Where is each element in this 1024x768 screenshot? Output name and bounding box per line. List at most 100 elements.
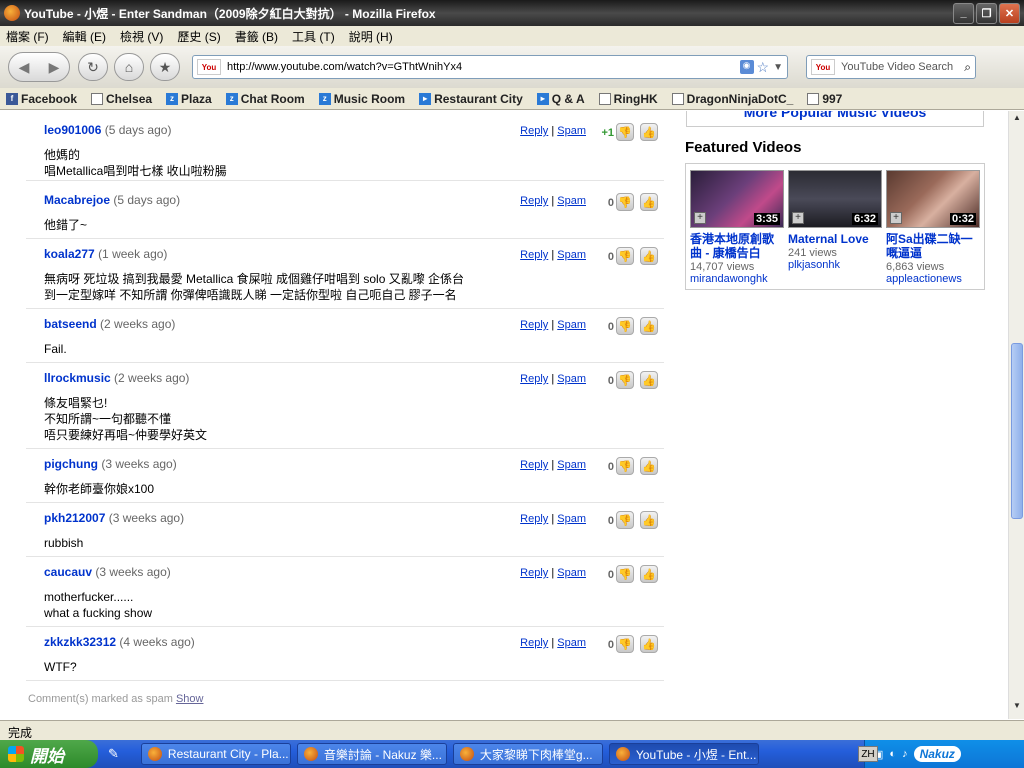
video-thumbnail[interactable]: + 0:32 xyxy=(886,170,980,228)
bookmark-997[interactable]: 997 xyxy=(807,92,842,106)
reply-link[interactable]: Reply xyxy=(520,319,548,331)
bookmark-restaurant-city[interactable]: ▸ Restaurant City xyxy=(419,92,523,106)
scroll-up-icon[interactable]: ▲ xyxy=(1011,113,1023,127)
comment-username[interactable]: leo901006 xyxy=(44,123,101,137)
url-dropdown-icon[interactable]: ▼ xyxy=(773,62,783,73)
reply-link[interactable]: Reply xyxy=(520,249,548,261)
scroll-down-icon[interactable]: ▼ xyxy=(1011,701,1023,715)
comment-username[interactable]: llrockmusic xyxy=(44,371,111,385)
spam-link[interactable]: Spam xyxy=(557,319,586,331)
thumbs-down-icon[interactable]: 👎 xyxy=(616,635,634,653)
bookmark-ringhk[interactable]: RingHK xyxy=(598,92,658,106)
thumbs-down-icon[interactable]: 👎 xyxy=(616,457,634,475)
search-bar[interactable]: You YouTube Video Search ⌕ xyxy=(806,55,976,79)
comment-username[interactable]: caucauv xyxy=(44,565,92,579)
url-text[interactable]: http://www.youtube.com/watch?v=GThtWnihY… xyxy=(227,61,740,73)
comment-username[interactable]: pigchung xyxy=(44,457,98,471)
back-button[interactable]: ◀ xyxy=(9,53,39,81)
rss-icon[interactable]: ◉ xyxy=(739,60,754,74)
thumbs-up-icon[interactable]: 👍 xyxy=(640,317,658,335)
taskbar-item-nakuz[interactable]: 音樂討論 - Nakuz 樂... xyxy=(296,743,447,765)
reply-link[interactable]: Reply xyxy=(520,195,548,207)
spam-link[interactable]: Spam xyxy=(557,637,586,649)
maximize-button[interactable]: ❐ xyxy=(976,2,997,24)
menu-tools[interactable]: 工具 (T) xyxy=(292,28,335,45)
reply-link[interactable]: Reply xyxy=(520,373,548,385)
video-owner[interactable]: appleactionews xyxy=(886,273,980,285)
menu-file[interactable]: 檔案 (F) xyxy=(6,28,49,45)
reply-link[interactable]: Reply xyxy=(520,459,548,471)
start-button[interactable]: 開始 xyxy=(0,740,98,768)
language-indicator[interactable]: ZH xyxy=(858,746,878,762)
more-popular-music-link[interactable]: More Popular Music Videos xyxy=(686,111,984,127)
menu-help[interactable]: 說明 (H) xyxy=(349,28,393,45)
thumbs-down-icon[interactable]: 👎 xyxy=(616,247,634,265)
video-thumbnail[interactable]: + 6:32 xyxy=(788,170,882,228)
tray-icon[interactable]: ◐ xyxy=(889,748,896,760)
add-to-quicklist-icon[interactable]: + xyxy=(890,212,902,224)
show-spam-link[interactable]: Show xyxy=(176,693,204,705)
thumbs-down-icon[interactable]: 👎 xyxy=(616,123,634,141)
thumbs-down-icon[interactable]: 👎 xyxy=(616,317,634,335)
spam-link[interactable]: Spam xyxy=(557,373,586,385)
reply-link[interactable]: Reply xyxy=(520,637,548,649)
reload-button[interactable]: ↻ xyxy=(78,53,108,81)
taskbar-item-youtube[interactable]: YouTube - 小煜 - Ent... xyxy=(608,743,759,765)
comment-username[interactable]: batseend xyxy=(44,317,97,331)
bookmark-star-icon[interactable]: ☆ xyxy=(757,59,770,76)
search-engine-icon[interactable]: You xyxy=(811,59,835,75)
video-owner[interactable]: plkjasonhk xyxy=(788,259,882,271)
add-to-quicklist-icon[interactable]: + xyxy=(694,212,706,224)
comment-username[interactable]: pkh212007 xyxy=(44,511,105,525)
featured-video[interactable]: + 0:32 阿Sa出碟二缺一嘅逼逼 6,863 views appleacti… xyxy=(886,170,980,285)
video-thumbnail[interactable]: + 3:35 xyxy=(690,170,784,228)
spam-link[interactable]: Spam xyxy=(557,513,586,525)
bookmark-facebook[interactable]: f Facebook xyxy=(6,92,77,106)
forward-button[interactable]: ▶ xyxy=(39,53,69,81)
bookmark-q-and-a[interactable]: ▸ Q & A xyxy=(536,92,585,106)
video-title[interactable]: 阿Sa出碟二缺一嘅逼逼 xyxy=(886,232,980,260)
video-title[interactable]: Maternal Love xyxy=(788,232,882,246)
thumbs-down-icon[interactable]: 👎 xyxy=(616,371,634,389)
reply-link[interactable]: Reply xyxy=(520,567,548,579)
taskbar-item-restaurant-city[interactable]: Restaurant City - Pla... xyxy=(140,743,291,765)
thumbs-up-icon[interactable]: 👍 xyxy=(640,635,658,653)
menu-history[interactable]: 歷史 (S) xyxy=(177,28,220,45)
vertical-scrollbar[interactable]: ▲ ▼ xyxy=(1008,111,1024,719)
thumbs-down-icon[interactable]: 👎 xyxy=(616,565,634,583)
spam-link[interactable]: Spam xyxy=(557,195,586,207)
search-input[interactable]: YouTube Video Search xyxy=(841,61,964,73)
search-icon[interactable]: ⌕ xyxy=(964,60,971,75)
comment-username[interactable]: zkkzkk32312 xyxy=(44,635,116,649)
reply-link[interactable]: Reply xyxy=(520,513,548,525)
home-button[interactable]: ⌂ xyxy=(114,53,144,81)
featured-video[interactable]: + 3:35 香港本地原創歌曲 - 康橋告白 14,707 views mira… xyxy=(690,170,784,285)
bookmark-chelsea[interactable]: Chelsea xyxy=(91,92,152,106)
menu-bookmarks[interactable]: 書籤 (B) xyxy=(235,28,278,45)
bookmark-plaza[interactable]: z Plaza xyxy=(166,92,212,106)
thumbs-up-icon[interactable]: 👍 xyxy=(640,247,658,265)
thumbs-down-icon[interactable]: 👎 xyxy=(616,193,634,211)
thumbs-up-icon[interactable]: 👍 xyxy=(640,371,658,389)
bookmark-page-button[interactable]: ★ xyxy=(150,53,180,81)
thumbs-up-icon[interactable]: 👍 xyxy=(640,193,658,211)
menu-edit[interactable]: 編輯 (E) xyxy=(63,28,106,45)
reply-link[interactable]: Reply xyxy=(520,125,548,137)
scroll-thumb[interactable] xyxy=(1011,343,1023,519)
add-to-quicklist-icon[interactable]: + xyxy=(792,212,804,224)
nakuz-logo[interactable]: Nakuz xyxy=(913,746,961,762)
comment-username[interactable]: Macabrejoe xyxy=(44,193,110,207)
spam-link[interactable]: Spam xyxy=(557,249,586,261)
taskbar-item-forum[interactable]: 大家黎睇下肉棒堂g... xyxy=(452,743,603,765)
thumbs-up-icon[interactable]: 👍 xyxy=(640,511,658,529)
thumbs-down-icon[interactable]: 👎 xyxy=(616,511,634,529)
bookmark-music-room[interactable]: z Music Room xyxy=(318,92,405,106)
quick-launch-icon[interactable]: ✎ xyxy=(108,746,119,762)
video-owner[interactable]: mirandawonghk xyxy=(690,273,784,285)
minimize-button[interactable]: _ xyxy=(953,2,974,24)
thumbs-up-icon[interactable]: 👍 xyxy=(640,565,658,583)
thumbs-up-icon[interactable]: 👍 xyxy=(640,123,658,141)
spam-link[interactable]: Spam xyxy=(557,567,586,579)
spam-link[interactable]: Spam xyxy=(557,459,586,471)
featured-video[interactable]: + 6:32 Maternal Love 241 views plkjasonh… xyxy=(788,170,882,271)
